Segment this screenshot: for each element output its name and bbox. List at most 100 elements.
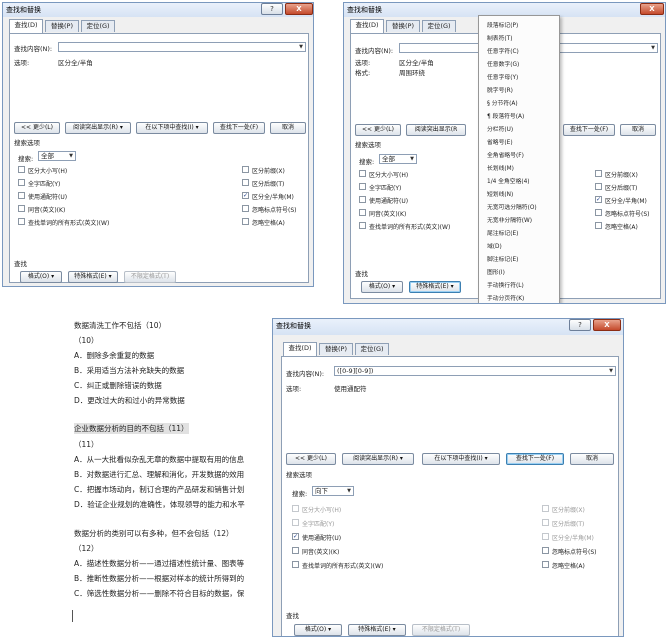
checkbox-whole-word[interactable] [292, 519, 299, 526]
menu-item[interactable]: 省略号(E) [487, 137, 513, 146]
menu-item[interactable]: 脚注标记(E) [487, 254, 518, 263]
checkbox-sounds-like[interactable] [292, 547, 299, 554]
checkbox-match-case[interactable] [18, 166, 25, 173]
no-formatting-button[interactable]: 不限定格式(T) [412, 624, 470, 636]
menu-item[interactable]: 短划线(N) [487, 189, 513, 198]
chevron-down-icon[interactable]: ▼ [345, 487, 353, 495]
chevron-down-icon[interactable]: ▼ [408, 155, 416, 163]
reading-highlight-button[interactable]: 阅读突出显示(R [406, 124, 466, 136]
doc-line: 数据分析的类别可以有多种，但不会包括（12） [74, 529, 234, 538]
chevron-down-icon[interactable]: ▼ [649, 44, 657, 52]
tab-find[interactable]: 查找(D) [350, 19, 384, 33]
tab-find[interactable]: 查找(D) [283, 342, 317, 356]
checkbox-match-case[interactable] [292, 505, 299, 512]
checkbox-match-prefix[interactable] [595, 170, 602, 177]
close-icon[interactable]: X [640, 3, 664, 15]
format-button[interactable]: 格式(O) ▾ [294, 624, 342, 636]
chevron-down-icon[interactable]: ▼ [67, 152, 75, 160]
cancel-button[interactable]: 取消 [270, 122, 306, 134]
tab-replace[interactable]: 替换(P) [319, 343, 353, 355]
menu-item[interactable]: § 分节符(A) [487, 98, 518, 107]
help-button[interactable]: ? [569, 319, 591, 331]
tab-goto[interactable]: 定位(G) [81, 20, 115, 32]
menu-item[interactable]: 分栏符(U) [487, 124, 513, 133]
cancel-button[interactable]: 取消 [620, 124, 656, 136]
menu-item[interactable]: 制表符(T) [487, 33, 512, 42]
menu-item[interactable]: 手动换行符(L) [487, 280, 524, 289]
checkbox-wildcards[interactable] [18, 192, 25, 199]
menu-item[interactable]: 全角省略号(F) [487, 150, 524, 159]
checkbox-match-suffix[interactable] [542, 519, 549, 526]
format-button[interactable]: 格式(O) ▾ [361, 281, 403, 293]
tab-replace[interactable]: 替换(P) [386, 20, 420, 32]
no-formatting-button[interactable]: 不限定格式(T) [124, 271, 176, 283]
checkbox-all-word-forms[interactable] [292, 561, 299, 568]
find-input[interactable]: ([0-9][0-9]) ▼ [334, 366, 616, 376]
find-next-button[interactable]: 查找下一处(F) [213, 122, 265, 134]
cancel-button[interactable]: 取消 [570, 453, 614, 465]
close-icon[interactable]: X [593, 319, 621, 331]
search-direction-select[interactable]: 全部 ▼ [379, 154, 417, 164]
checkbox-wildcards[interactable]: ✓ [292, 533, 299, 540]
special-format-button[interactable]: 特殊格式(E) ▾ [409, 281, 461, 293]
checkbox-match-suffix[interactable] [595, 183, 602, 190]
find-input[interactable]: ▼ [58, 42, 306, 52]
less-button[interactable]: << 更少(L) [14, 122, 60, 134]
menu-item[interactable]: 任意字母(Y) [487, 72, 518, 81]
menu-item[interactable]: ¶ 段落符号(A) [487, 111, 524, 120]
tab-replace[interactable]: 替换(P) [45, 20, 79, 32]
checkbox-width[interactable] [542, 533, 549, 540]
checkbox-match-case[interactable] [359, 170, 366, 177]
menu-item[interactable]: 图形(I) [487, 267, 505, 276]
search-direction-select[interactable]: 全部 ▼ [38, 151, 76, 161]
checkbox-whole-word[interactable] [18, 179, 25, 186]
menu-item[interactable]: 1/4 全角空格(4) [487, 176, 530, 185]
checkbox-all-word-forms[interactable] [18, 218, 25, 225]
menu-item[interactable]: 长划线(M) [487, 163, 514, 172]
checkbox-ignore-space[interactable] [595, 222, 602, 229]
special-format-button[interactable]: 特殊格式(E) ▾ [348, 624, 406, 636]
find-next-button[interactable]: 查找下一处(F) [506, 453, 564, 465]
tab-goto[interactable]: 定位(G) [355, 343, 389, 355]
chevron-down-icon[interactable]: ▼ [607, 367, 615, 375]
menu-item[interactable]: 任意字符(C) [487, 46, 519, 55]
tab-find[interactable]: 查找(D) [9, 19, 43, 33]
find-in-button[interactable]: 在以下项中查找(I) ▾ [136, 122, 208, 134]
menu-item[interactable]: 任意数字(G) [487, 59, 519, 68]
menu-item[interactable]: 手动分页符(K) [487, 293, 524, 302]
help-button[interactable]: ? [261, 3, 283, 15]
find-next-button[interactable]: 查找下一处(F) [563, 124, 615, 136]
checkbox-ignore-space[interactable] [542, 561, 549, 568]
menu-item[interactable]: 无宽可选分隔符(O) [487, 202, 537, 211]
checkbox-match-prefix[interactable] [542, 505, 549, 512]
checkbox-whole-word[interactable] [359, 183, 366, 190]
close-icon[interactable]: X [285, 3, 313, 15]
format-button[interactable]: 格式(O) ▾ [20, 271, 62, 283]
checkbox-sounds-like[interactable] [18, 205, 25, 212]
chevron-down-icon[interactable]: ▼ [297, 43, 305, 51]
checkbox-ignore-punct[interactable] [242, 205, 249, 212]
checkbox-ignore-punct[interactable] [595, 209, 602, 216]
checkbox-width[interactable]: ✓ [242, 192, 249, 199]
tab-goto[interactable]: 定位(G) [422, 20, 456, 32]
checkbox-sounds-like[interactable] [359, 209, 366, 216]
checkbox-width[interactable]: ✓ [595, 196, 602, 203]
less-button[interactable]: << 更少(L) [355, 124, 401, 136]
special-format-button[interactable]: 特殊格式(E) ▾ [68, 271, 118, 283]
less-button[interactable]: << 更少(L) [286, 453, 336, 465]
find-in-button[interactable]: 在以下项中查找(I) ▾ [422, 453, 500, 465]
menu-item[interactable]: 尾注标记(E) [487, 228, 518, 237]
checkbox-match-prefix[interactable] [242, 166, 249, 173]
search-direction-select[interactable]: 向下 ▼ [312, 486, 354, 496]
reading-highlight-button[interactable]: 阅读突出显示(R) ▾ [342, 453, 414, 465]
checkbox-match-suffix[interactable] [242, 179, 249, 186]
menu-item[interactable]: 脱字号(R) [487, 85, 513, 94]
checkbox-ignore-space[interactable] [242, 218, 249, 225]
checkbox-all-word-forms[interactable] [359, 222, 366, 229]
menu-item[interactable]: 段落标记(P) [487, 20, 518, 29]
checkbox-wildcards[interactable] [359, 196, 366, 203]
menu-item[interactable]: 无宽非分隔符(W) [487, 215, 532, 224]
reading-highlight-button[interactable]: 阅读突出显示(R) ▾ [65, 122, 131, 134]
menu-item[interactable]: 域(D) [487, 241, 502, 250]
checkbox-ignore-punct[interactable] [542, 547, 549, 554]
